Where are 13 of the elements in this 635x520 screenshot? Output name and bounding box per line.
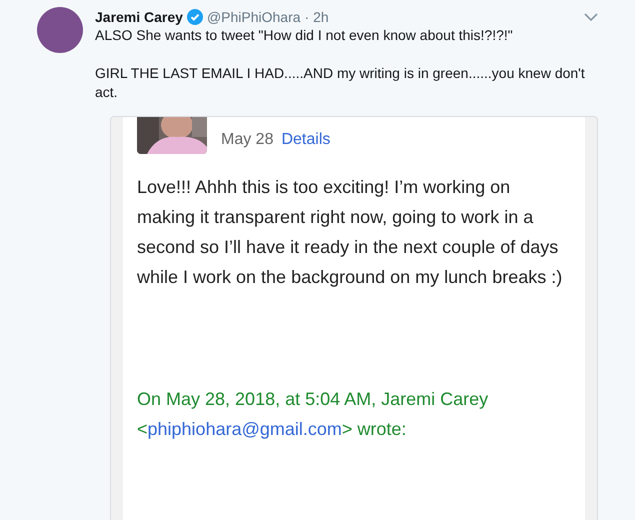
email-body: Love!!! Ahhh this is too exciting! I’m working on making it transparent right now, going to work in a second so I’ll have it ready in the next couple of days while I work on the background on my lunch breaks :) xyxy=(137,176,564,289)
user-handle[interactable]: @PhiPhiOhara xyxy=(206,9,301,25)
email-link[interactable]: phiphiohara@gmail.com xyxy=(148,419,342,439)
tweet-text: GIRL THE LAST EMAIL I HAD.....AND my writing is in green......you knew don't act. xyxy=(95,64,586,102)
timestamp[interactable]: · 2h xyxy=(304,9,329,25)
tweet-text: ALSO She wants to tweet "How did I not even know about this!?!?!" xyxy=(95,26,514,45)
quote-header: On May 28, 2018, at 5:04 AM, Jaremi Carey <phiphiohara@gmail.com> wrote: xyxy=(137,388,490,441)
attached-screenshot[interactable] xyxy=(110,116,598,520)
email-date: May 28 xyxy=(221,131,274,149)
avatar[interactable] xyxy=(37,7,83,53)
caret-icon[interactable] xyxy=(584,12,598,22)
display-name[interactable]: Jaremi Carey xyxy=(95,9,183,25)
details-link[interactable]: Details xyxy=(281,131,330,149)
